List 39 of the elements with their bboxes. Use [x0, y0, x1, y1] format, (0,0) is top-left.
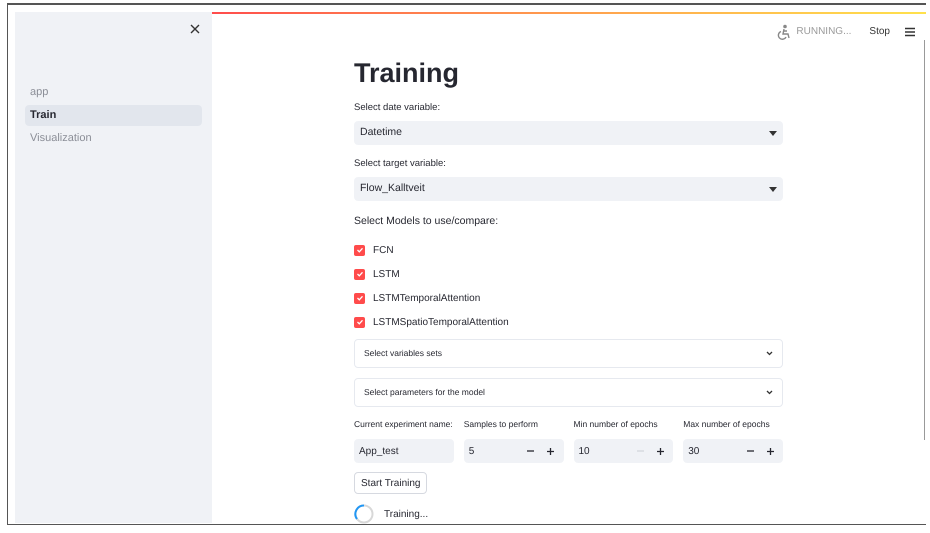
plus-icon [547, 448, 554, 454]
field-label: Select date variable: [354, 100, 440, 115]
stop-button[interactable]: Stop [869, 24, 890, 40]
close-icon[interactable] [190, 24, 200, 34]
menu-icon[interactable] [904, 26, 916, 37]
page-title: Training [354, 56, 460, 89]
checkbox-label: LSTMTemporalAttention [373, 292, 480, 306]
text-input[interactable]: App_test [354, 439, 454, 463]
field-label: Current experiment name: [354, 418, 453, 431]
chevron-down-icon [766, 351, 773, 356]
running-status: RUNNING... [796, 25, 852, 40]
field-label: Samples to perform [464, 418, 538, 431]
minus-icon [746, 450, 754, 452]
expander-header[interactable]: Select parameters for the model [354, 378, 783, 407]
checkbox[interactable] [354, 316, 365, 328]
checkbox[interactable] [354, 268, 365, 280]
field-label: Max number of epochs [683, 418, 770, 431]
select-dropdown[interactable]: Flow_Kalltveit [354, 177, 783, 202]
checkbox-label: LSTM [373, 268, 400, 282]
expander-header[interactable]: Select variables sets [354, 339, 783, 368]
caret-icon [769, 186, 777, 192]
plus-icon [656, 448, 664, 454]
caret-icon [769, 130, 777, 136]
minus-icon [527, 450, 534, 452]
checkbox[interactable] [354, 244, 365, 256]
field-label: Select target variable: [354, 157, 446, 171]
spinner-icon [354, 504, 374, 524]
loading-text: Training... [384, 508, 428, 522]
checkbox-label: FCN [373, 244, 394, 258]
checkbox[interactable] [354, 292, 365, 304]
select-dropdown[interactable]: Datetime [354, 121, 783, 145]
sidebar-item[interactable]: Train [25, 105, 202, 126]
start-training-button[interactable]: Start Training [354, 472, 428, 494]
figure-icon [776, 24, 790, 40]
plus-icon [766, 448, 774, 454]
checkbox-label: LSTMSpatioTemporalAttention [373, 316, 509, 330]
chevron-down-icon [766, 390, 773, 395]
field-label: Select Models to use/compare: [354, 214, 498, 230]
field-label: Min number of epochs [574, 418, 658, 431]
